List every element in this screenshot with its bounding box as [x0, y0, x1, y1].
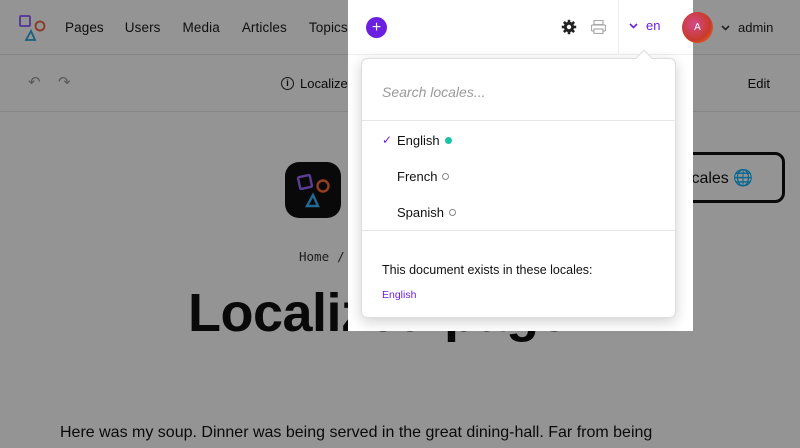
- locale-option-label: English: [397, 132, 440, 148]
- dropdown-divider: [362, 230, 675, 231]
- locale-dropdown: Search locales... ✓ English French Spani…: [361, 49, 676, 318]
- locale-switcher[interactable]: en: [629, 18, 660, 33]
- locale-search-input[interactable]: Search locales...: [362, 59, 675, 121]
- add-button[interactable]: +: [366, 17, 387, 38]
- check-icon: ✓: [382, 133, 393, 147]
- locale-option-label: French: [397, 168, 438, 184]
- avatar[interactable]: A: [682, 12, 713, 43]
- gear-icon[interactable]: [561, 19, 577, 35]
- user-name: admin: [738, 20, 774, 35]
- locale-option-label: Spanish: [397, 204, 444, 220]
- user-menu[interactable]: A admin: [682, 12, 773, 43]
- plus-icon: +: [371, 18, 382, 36]
- chevron-down-icon: [629, 22, 638, 29]
- user-chevron-down-icon: [721, 24, 730, 31]
- editor-header-panel: + en: [348, 0, 693, 55]
- locale-option-french[interactable]: French: [362, 160, 675, 192]
- locale-missing-dot: [442, 172, 450, 180]
- locale-option-english[interactable]: ✓ English: [362, 124, 675, 156]
- exists-in-locales-label: This document exists in these locales:: [382, 263, 593, 277]
- locale-code: en: [646, 18, 661, 33]
- header-divider: [618, 0, 619, 55]
- printer-icon[interactable]: [591, 20, 606, 34]
- locale-option-spanish[interactable]: Spanish: [362, 196, 675, 228]
- locale-missing-dot: [448, 208, 456, 216]
- locale-exists-dot: [444, 136, 452, 144]
- existing-locale-link[interactable]: English: [382, 289, 416, 301]
